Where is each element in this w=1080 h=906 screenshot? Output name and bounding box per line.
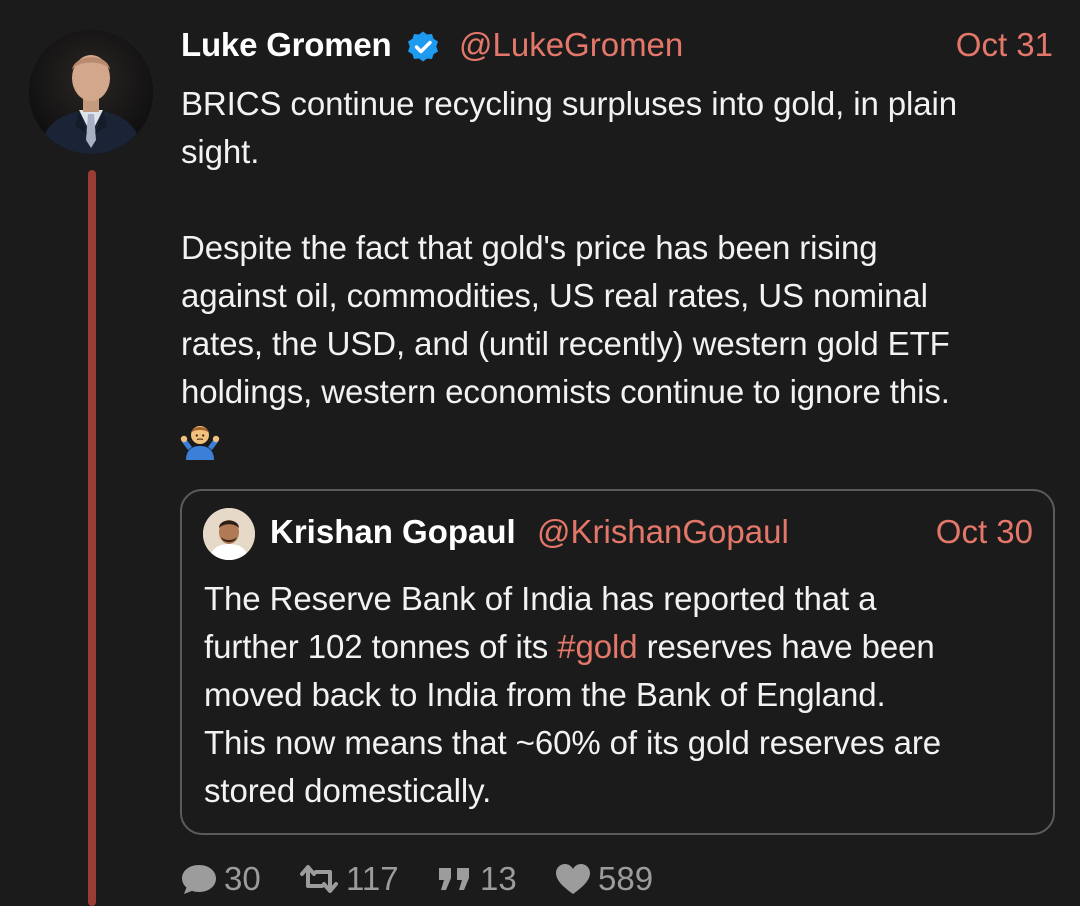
quoted-tweet[interactable]: Krishan Gopaul @KrishanGopaul Oct 30 The… [180,489,1055,835]
quote-count: 13 [480,860,517,897]
tweet-date[interactable]: Oct 31 [956,26,1053,64]
quoted-line: This now means that ~60% of its gold res… [204,724,942,761]
retweet-icon [298,864,340,894]
tweet-body: BRICS continue recycling surpluses into … [181,80,1061,416]
quoted-author-name[interactable]: Krishan Gopaul [270,513,516,551]
quoted-date[interactable]: Oct 30 [936,513,1033,551]
speech-bubble-icon [180,862,218,896]
tweet-line: rates, the USD, and (until recently) wes… [181,325,950,362]
thread-line [88,170,96,906]
quoted-line: further 102 tonnes of its #gold reserves… [204,623,1044,671]
tweet-line: Despite the fact that gold's price has b… [181,229,878,266]
like-button[interactable]: 589 [554,856,653,902]
quoted-line: stored domestically. [204,772,492,809]
quoted-line: The Reserve Bank of India has reported t… [204,580,877,617]
quoted-avatar[interactable] [203,508,255,560]
heart-icon [554,862,592,896]
retweet-count: 117 [346,860,399,897]
quote-marks-icon [436,864,474,894]
quote-button[interactable]: 13 [436,856,517,902]
author-name[interactable]: Luke Gromen [181,26,392,64]
verified-badge-icon [406,30,440,64]
tweet-line: BRICS continue recycling surpluses into … [181,85,958,122]
tweet-line: sight. [181,133,260,170]
retweet-button[interactable]: 117 [298,856,399,902]
like-count: 589 [598,860,654,897]
quoted-text: reserves have been [637,628,935,665]
reply-button[interactable]: 30 [180,856,261,902]
tweet-line: holdings, western economists continue to… [181,373,950,410]
author-handle[interactable]: @LukeGromen [459,26,683,64]
quoted-text: further 102 tonnes of its [204,628,558,665]
tweet-actions: 30 117 13 589 [180,856,780,902]
avatar[interactable] [29,30,153,154]
person-shrugging-emoji [180,420,220,460]
quoted-body: The Reserve Bank of India has reported t… [204,575,1044,815]
reply-count: 30 [224,860,261,897]
tweet-header: Luke Gromen @LukeGromen Oct 31 [181,24,1053,70]
tweet-line: against oil, commodities, US real rates,… [181,277,928,314]
quoted-line: moved back to India from the Bank of Eng… [204,676,886,713]
hashtag-link[interactable]: #gold [557,628,637,665]
quoted-author-handle[interactable]: @KrishanGopaul [537,513,789,551]
